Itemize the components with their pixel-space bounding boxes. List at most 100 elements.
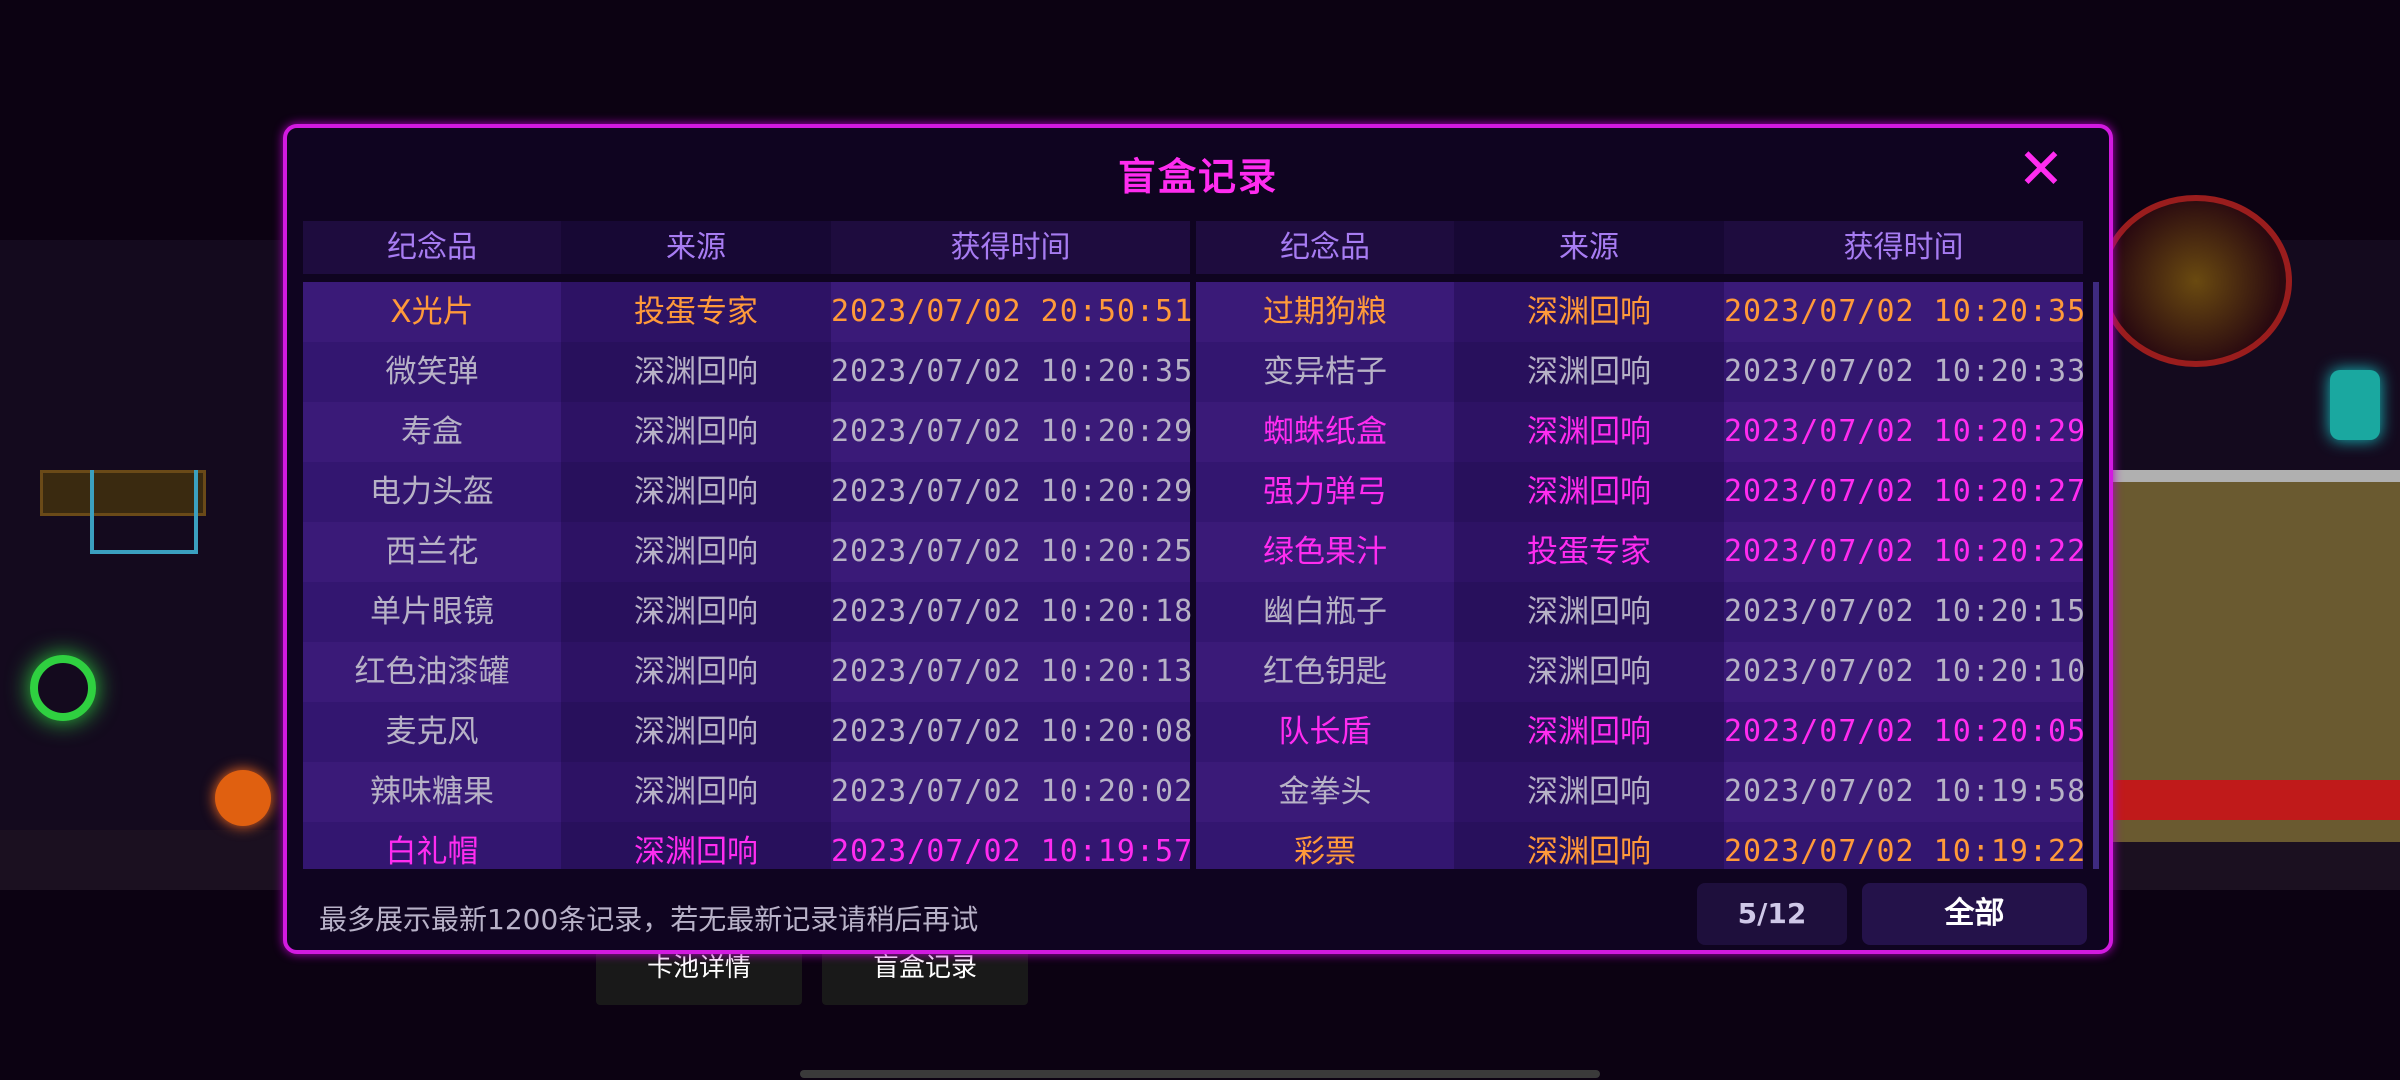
table-row: 麦克风 深渊回响 2023/07/02 10:20:08	[303, 702, 1192, 762]
row-item-name: 彩票	[1196, 822, 1454, 869]
row-item-name: 队长盾	[1196, 702, 1454, 762]
table-row: 单片眼镜 深渊回响 2023/07/02 10:20:18	[303, 582, 1192, 642]
table-row: 过期狗粮 深渊回响 2023/07/02 10:20:35	[1196, 282, 2085, 342]
row-time: 2023/07/02 10:20:13	[831, 642, 1192, 702]
dialog-title: 盲盒记录	[1117, 155, 1278, 199]
row-source: 深渊回响	[561, 402, 831, 462]
row-source: 深渊回响	[561, 342, 831, 402]
table-row: 金拳头 深渊回响 2023/07/02 10:19:58	[1196, 762, 2085, 822]
row-time: 2023/07/02 10:20:33	[1724, 342, 2085, 402]
row-source: 深渊回响	[561, 582, 831, 642]
row-time: 2023/07/02 10:20:29	[1724, 402, 2085, 462]
header-time: 获得时间	[831, 221, 1190, 274]
row-source: 深渊回响	[561, 462, 831, 522]
row-time: 2023/07/02 10:20:27	[1724, 462, 2085, 522]
row-item-name: 绿色果汁	[1196, 522, 1454, 582]
home-indicator-bar	[800, 1070, 1600, 1078]
table-rows-right: 过期狗粮 深渊回响 2023/07/02 10:20:35 变异桔子 深渊回响 2023/…	[1196, 282, 2085, 869]
records-column-left: 纪念品 来源 获得时间 X光片 投蛋专家 2023/07/02 20:50:51 微笑…	[303, 221, 1192, 869]
table-header: 纪念品 来源 获得时间	[1196, 221, 2083, 274]
row-time: 2023/07/02 10:20:15	[1724, 582, 2085, 642]
row-item-name: 蜘蛛纸盒	[1196, 402, 1454, 462]
header-souvenir: 纪念品	[1196, 221, 1454, 274]
table-row: X光片 投蛋专家 2023/07/02 20:50:51	[303, 282, 1192, 342]
shop-sign	[2110, 780, 2400, 820]
lantern-icon	[2330, 370, 2380, 440]
row-item-name: 电力头盔	[303, 462, 561, 522]
all-filter-button[interactable]: 全部	[1862, 883, 2087, 945]
row-time: 2023/07/02 10:20:22	[1724, 522, 2085, 582]
table-row: 蜘蛛纸盒 深渊回响 2023/07/02 10:20:29	[1196, 402, 2085, 462]
row-source: 深渊回响	[1454, 702, 1724, 762]
row-item-name: 变异桔子	[1196, 342, 1454, 402]
table-row: 微笑弹 深渊回响 2023/07/02 10:20:35	[303, 342, 1192, 402]
row-item-name: 西兰花	[303, 522, 561, 582]
table-row: 绿色果汁 投蛋专家 2023/07/02 10:20:22	[1196, 522, 2085, 582]
row-source: 投蛋专家	[561, 282, 831, 342]
row-time: 2023/07/02 10:20:02	[831, 762, 1192, 822]
row-item-name: 金拳头	[1196, 762, 1454, 822]
basketball-hoop-icon	[90, 470, 198, 554]
row-source: 深渊回响	[561, 762, 831, 822]
header-time: 获得时间	[1724, 221, 2083, 274]
row-time: 2023/07/02 10:20:05	[1724, 702, 2085, 762]
blind-box-record-dialog: 盲盒记录 ✕ 纪念品 来源 获得时间 X光片 投蛋专家 2023/07/02 20:…	[283, 124, 2113, 954]
row-item-name: 寿盒	[303, 402, 561, 462]
records-table[interactable]: 纪念品 来源 获得时间 X光片 投蛋专家 2023/07/02 20:50:51 微笑…	[303, 221, 2103, 869]
row-item-name: 白礼帽	[303, 822, 561, 869]
row-source: 深渊回响	[1454, 642, 1724, 702]
row-time: 2023/07/02 10:20:08	[831, 702, 1192, 762]
row-source: 深渊回响	[1454, 402, 1724, 462]
row-time: 2023/07/02 10:20:29	[831, 462, 1192, 522]
row-item-name: 辣味糖果	[303, 762, 561, 822]
scrollbar[interactable]	[2093, 282, 2099, 869]
row-time: 2023/07/02 10:20:25	[831, 522, 1192, 582]
row-item-name: 红色钥匙	[1196, 642, 1454, 702]
row-source: 深渊回响	[1454, 462, 1724, 522]
table-header: 纪念品 来源 获得时间	[303, 221, 1190, 274]
table-rows-left: X光片 投蛋专家 2023/07/02 20:50:51 微笑弹 深渊回响 2023/07…	[303, 282, 1192, 869]
header-souvenir: 纪念品	[303, 221, 561, 274]
table-row: 电力头盔 深渊回响 2023/07/02 10:20:29	[303, 462, 1192, 522]
header-source: 来源	[1454, 221, 1724, 274]
row-source: 深渊回响	[561, 822, 831, 869]
row-time: 2023/07/02 10:19:22	[1724, 822, 2085, 869]
close-icon[interactable]: ✕	[2013, 142, 2069, 198]
row-source: 深渊回响	[1454, 822, 1724, 869]
row-item-name: 过期狗粮	[1196, 282, 1454, 342]
row-time: 2023/07/02 10:19:58	[1724, 762, 2085, 822]
row-time: 2023/07/02 10:20:35	[831, 342, 1192, 402]
row-time: 2023/07/02 10:19:57	[831, 822, 1192, 869]
table-row: 寿盒 深渊回响 2023/07/02 10:20:29	[303, 402, 1192, 462]
header-source: 来源	[561, 221, 831, 274]
row-source: 深渊回响	[561, 702, 831, 762]
table-row: 彩票 深渊回响 2023/07/02 10:19:22	[1196, 822, 2085, 869]
row-source: 深渊回响	[561, 642, 831, 702]
row-time: 2023/07/02 10:20:10	[1724, 642, 2085, 702]
row-item-name: 单片眼镜	[303, 582, 561, 642]
table-row: 红色油漆罐 深渊回响 2023/07/02 10:20:13	[303, 642, 1192, 702]
row-time: 2023/07/02 10:20:18	[831, 582, 1192, 642]
table-row: 白礼帽 深渊回响 2023/07/02 10:19:57	[303, 822, 1192, 869]
row-source: 深渊回响	[561, 522, 831, 582]
dragon-emblem-icon	[2100, 195, 2292, 367]
records-column-right: 纪念品 来源 获得时间 过期狗粮 深渊回响 2023/07/02 10:20:35 变…	[1196, 221, 2085, 869]
row-item-name: X光片	[303, 282, 561, 342]
pumpkin-icon	[215, 770, 271, 826]
row-source: 投蛋专家	[1454, 522, 1724, 582]
row-item-name: 麦克风	[303, 702, 561, 762]
row-time: 2023/07/02 10:20:29	[831, 402, 1192, 462]
table-row: 西兰花 深渊回响 2023/07/02 10:20:25	[303, 522, 1192, 582]
row-time: 2023/07/02 10:20:35	[1724, 282, 2085, 342]
row-item-name: 微笑弹	[303, 342, 561, 402]
green-portal-icon	[30, 655, 96, 721]
table-row: 变异桔子 深渊回响 2023/07/02 10:20:33	[1196, 342, 2085, 402]
table-row: 红色钥匙 深渊回响 2023/07/02 10:20:10	[1196, 642, 2085, 702]
row-source: 深渊回响	[1454, 282, 1724, 342]
row-item-name: 幽白瓶子	[1196, 582, 1454, 642]
row-source: 深渊回响	[1454, 582, 1724, 642]
row-item-name: 红色油漆罐	[303, 642, 561, 702]
table-row: 幽白瓶子 深渊回响 2023/07/02 10:20:15	[1196, 582, 2085, 642]
table-row: 强力弹弓 深渊回响 2023/07/02 10:20:27	[1196, 462, 2085, 522]
table-row: 队长盾 深渊回响 2023/07/02 10:20:05	[1196, 702, 2085, 762]
